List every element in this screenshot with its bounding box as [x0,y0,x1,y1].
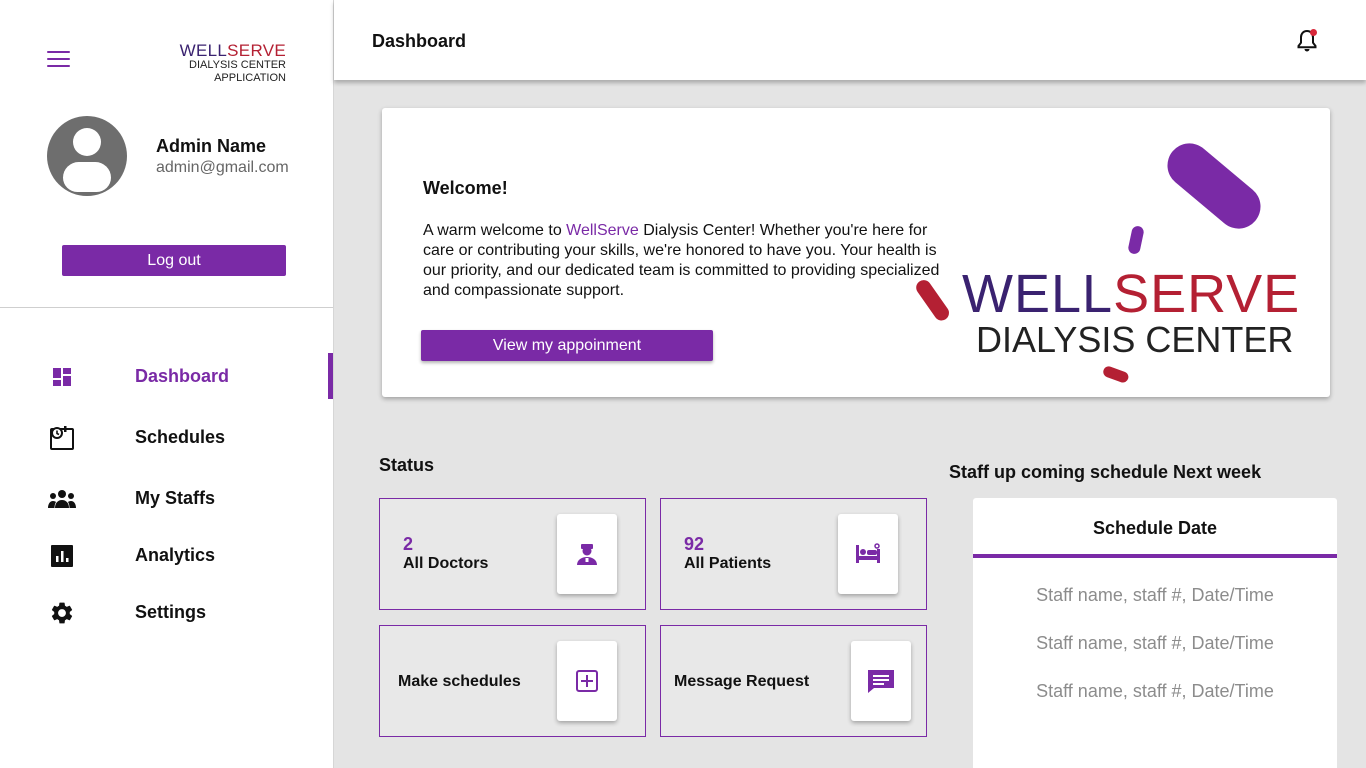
brand-line3: APPLICATION [214,72,286,84]
brand-name-part2: SERVE [227,41,286,60]
sidebar-item-label: Analytics [135,545,216,565]
logo-line2: DIALYSIS CENTER [976,319,1293,360]
admin-name: Admin Name [156,136,267,156]
message-request-card[interactable]: Message Request [660,625,927,737]
schedule-row[interactable]: Staff name, staff #, Date/Time [973,681,1337,702]
admin-email: admin@gmail.com [156,159,289,176]
sidebar-divider [0,307,333,308]
view-appointment-button[interactable]: View my appoinment [421,330,713,361]
schedule-title: Staff up coming schedule Next week [949,462,1262,482]
analytics-icon [47,543,77,569]
sidebar: WELLSERVE DIALYSIS CENTER APPLICATION Ad… [0,0,334,768]
sidebar-item-label: Settings [135,602,207,622]
stat-label: All Patients [684,555,772,572]
header: Dashboard [334,0,1366,80]
brand-name-part1: WELL [179,41,228,60]
brand-line2: DIALYSIS CENTER [189,59,286,71]
sidebar-item-my-staffs[interactable]: My Staffs [0,475,333,521]
avatar[interactable] [47,116,127,196]
sidebar-item-dashboard[interactable]: Dashboard [0,353,333,399]
sidebar-item-label: My Staffs [135,488,216,508]
wellserve-logo: WELLSERVE DIALYSIS CENTER [916,143,1300,383]
staff-group-icon [47,486,77,512]
make-schedules-card[interactable]: Make schedules [379,625,646,737]
stat-label: Make schedules [398,673,521,690]
patient-bed-icon [838,514,898,594]
schedule-panel: Schedule Date Staff name, staff #, Date/… [973,498,1337,768]
sidebar-item-schedules[interactable]: Schedules [0,414,333,460]
schedule-header-underline [973,554,1337,558]
stat-label: Message Request [674,673,810,690]
doctor-icon [557,514,617,594]
add-box-icon [557,641,617,721]
schedule-header: Schedule Date [1092,518,1218,538]
schedule-icon [47,425,77,451]
status-title: Status [379,455,435,475]
logo-word1: WELL [962,264,1113,324]
welcome-title: Welcome! [423,178,508,198]
stat-card-doctors[interactable]: 2 All Doctors [379,498,646,610]
welcome-brand-highlight: WellServe [566,222,639,239]
sidebar-item-analytics[interactable]: Analytics [0,532,333,578]
welcome-text: A warm welcome to WellServe Dialysis Cen… [423,222,940,299]
logout-button[interactable]: Log out [62,245,286,276]
stat-value: 2 [403,534,414,554]
message-icon [851,641,911,721]
sidebar-item-settings[interactable]: Settings [0,589,333,635]
sidebar-item-label: Schedules [135,427,226,447]
schedule-row[interactable]: Staff name, staff #, Date/Time [973,633,1337,654]
stat-label: All Doctors [403,555,489,572]
gear-icon [47,600,77,626]
stat-card-patients[interactable]: 92 All Patients [660,498,927,610]
dashboard-icon [47,364,77,390]
schedule-row[interactable]: Staff name, staff #, Date/Time [973,585,1337,606]
active-indicator [328,353,333,399]
stat-value: 92 [684,534,705,554]
sidebar-item-label: Dashboard [135,366,230,386]
brand-logo: WELLSERVE DIALYSIS CENTER APPLICATION [168,42,286,85]
logo-word2: SERVE [1113,264,1300,324]
page-title: Dashboard [372,31,467,51]
welcome-card: Welcome! A warm welcome to WellServe Dia… [382,108,1330,397]
bell-icon[interactable] [1294,28,1320,54]
menu-icon[interactable] [47,51,70,69]
svg-text:WELLSERVE: WELLSERVE [962,264,1300,324]
